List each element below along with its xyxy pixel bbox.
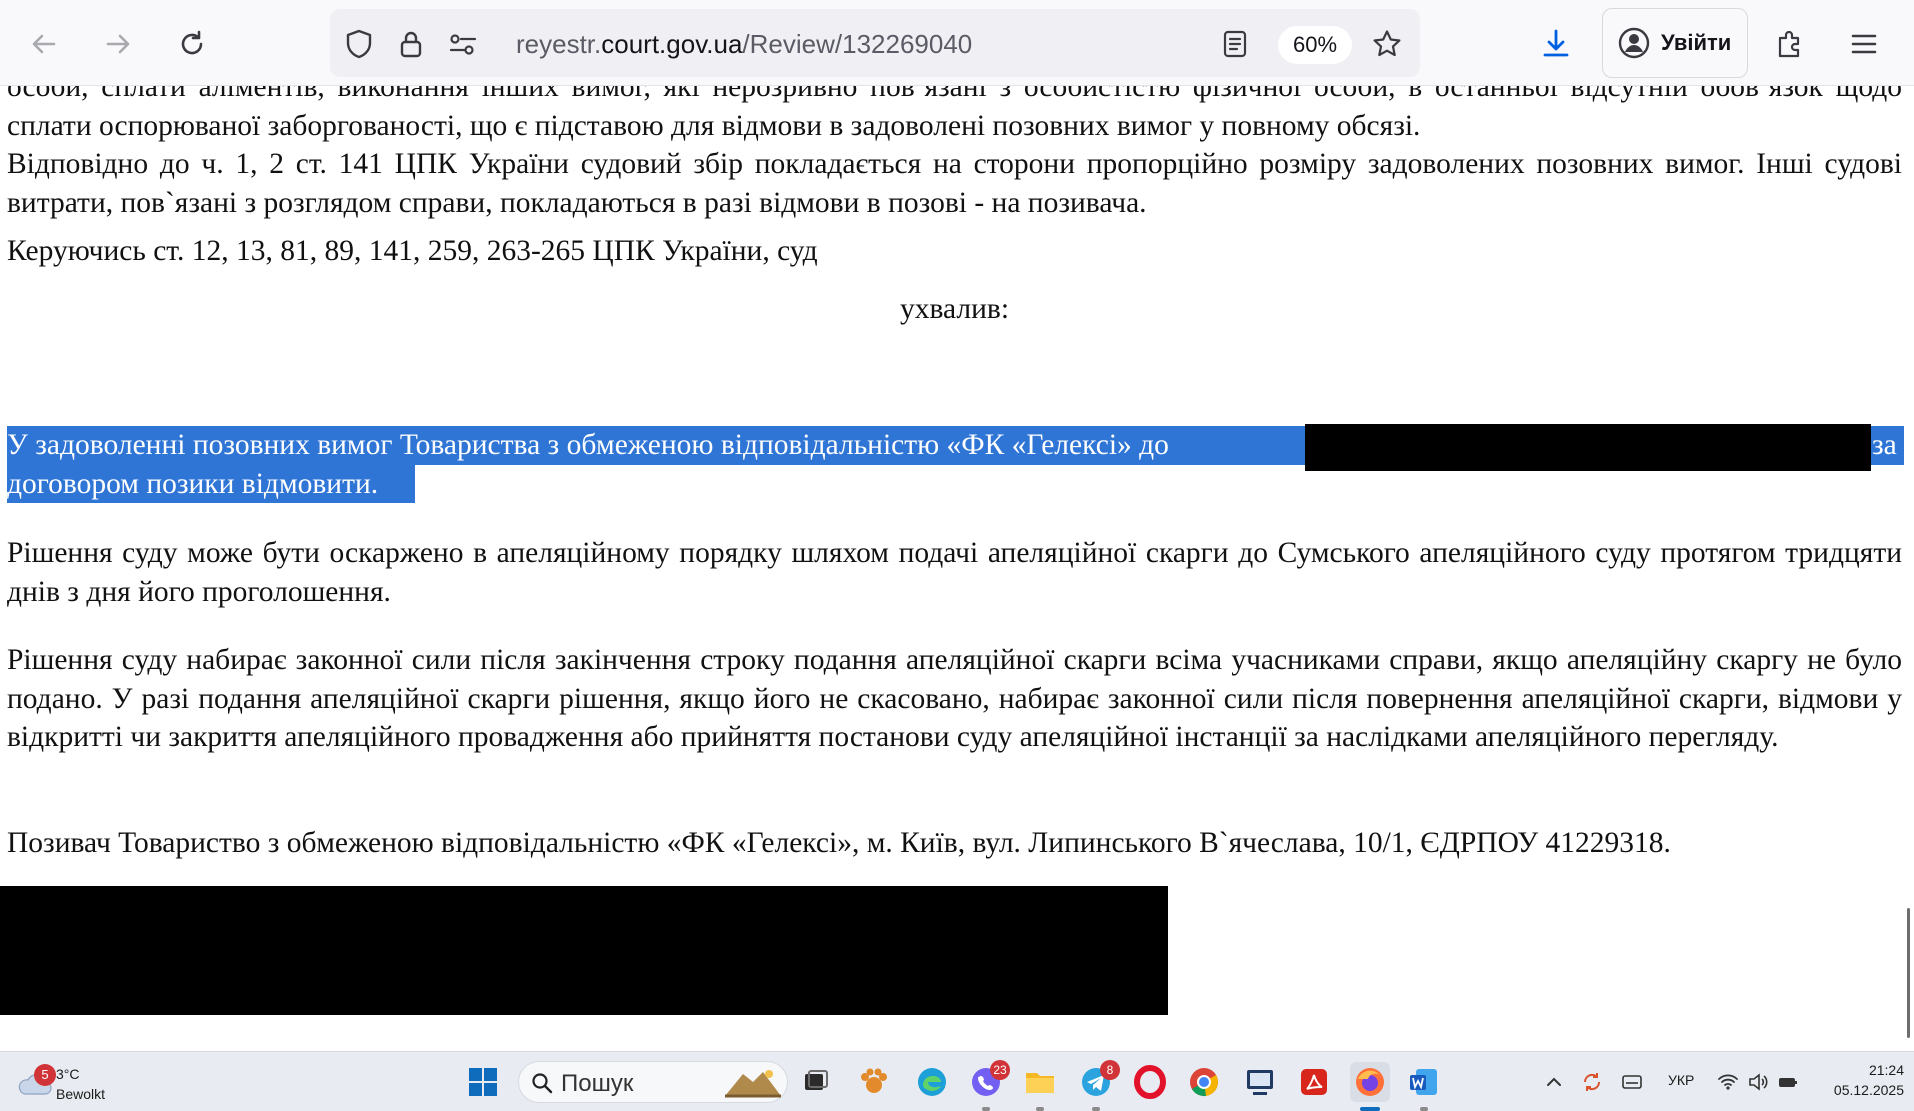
tray-wifi[interactable] xyxy=(1714,1068,1742,1096)
chevron-up-icon xyxy=(1547,1077,1561,1086)
paragraph-guided-by: Керуючись ст. 12, 13, 81, 89, 141, 259, … xyxy=(7,235,818,267)
taskbar-opera[interactable] xyxy=(1130,1062,1170,1102)
speaker-icon xyxy=(1749,1073,1768,1091)
telegram-badge: 8 xyxy=(1100,1060,1120,1080)
forward-button[interactable] xyxy=(94,20,142,68)
search-icon xyxy=(532,1073,553,1094)
redaction-block-defendant-details xyxy=(0,886,1168,1015)
puzzle-icon xyxy=(1778,30,1800,58)
firefox-icon xyxy=(1356,1068,1384,1096)
windows-logo-icon xyxy=(469,1068,497,1096)
tray-sync[interactable] xyxy=(1578,1068,1606,1096)
paragraph-plaintiff: Позивач Товариство з обмеженою відповіда… xyxy=(7,827,1671,859)
taskbar-word[interactable] xyxy=(1404,1062,1444,1111)
keyboard-icon xyxy=(1622,1075,1642,1089)
taskbar-edge[interactable] xyxy=(912,1062,952,1102)
url-text[interactable]: reyestr.court.gov.ua/Review/132269040 xyxy=(516,27,972,61)
battery-icon xyxy=(1779,1078,1797,1087)
lock-icon[interactable] xyxy=(394,27,428,61)
paragraph-obligations: особи, сплати аліментів, виконання інших… xyxy=(7,86,1902,142)
paw-icon xyxy=(861,1068,887,1093)
clock-date[interactable]: 05.12.2025 xyxy=(1810,1082,1904,1098)
tray-volume[interactable] xyxy=(1744,1068,1772,1096)
reload-button[interactable] xyxy=(168,20,216,68)
paragraph-appeal: Рішення суду може бути оскаржено в апеля… xyxy=(7,537,1902,608)
tray-battery[interactable] xyxy=(1774,1068,1802,1096)
menu-button[interactable] xyxy=(1840,20,1888,68)
downloads-button[interactable] xyxy=(1532,20,1580,68)
extensions-button[interactable] xyxy=(1766,20,1814,68)
back-button[interactable] xyxy=(20,20,68,68)
reader-view-icon[interactable] xyxy=(1218,27,1252,61)
tray-overflow-chevron[interactable] xyxy=(1540,1068,1568,1096)
arrow-right-icon xyxy=(106,34,130,54)
taskbar-acrobat[interactable] xyxy=(1294,1062,1334,1102)
wifi-icon xyxy=(1718,1074,1738,1090)
signin-label: Увійти xyxy=(1661,30,1732,55)
redaction-block-defendant xyxy=(1305,424,1871,471)
chrome-icon xyxy=(1190,1068,1218,1097)
taskbar-viber[interactable]: 23 xyxy=(966,1060,1010,1111)
tray-keyboard[interactable] xyxy=(1618,1068,1646,1096)
taskbar-file-explorer[interactable] xyxy=(1020,1062,1060,1111)
paragraph-legal-force: Рішення суду набирає законної сили після… xyxy=(7,644,1902,753)
start-button[interactable] xyxy=(463,1062,503,1102)
download-icon xyxy=(1543,29,1569,57)
taskbar-remote-app[interactable] xyxy=(1240,1062,1280,1102)
input-language[interactable]: УКР xyxy=(1668,1072,1694,1088)
weather-description: Bewolkt xyxy=(56,1086,106,1102)
scrollbar-thumb[interactable] xyxy=(1907,908,1910,1038)
shield-icon[interactable] xyxy=(342,27,376,61)
pdf-icon xyxy=(1301,1069,1327,1095)
decision-text-start: У задоволенні позовних вимог Товариства … xyxy=(7,429,1169,461)
taskbar-search[interactable]: Пошук xyxy=(518,1061,788,1103)
resolution-heading: ухвалив: xyxy=(899,293,1010,325)
clock-time[interactable]: 21:24 xyxy=(1836,1062,1904,1078)
monitor-icon xyxy=(1247,1070,1273,1095)
taskbar-widgets[interactable] xyxy=(854,1062,894,1102)
sync-icon xyxy=(1583,1073,1601,1091)
document-content: особи, сплати аліментів, виконання інших… xyxy=(0,86,1914,1051)
star-icon[interactable] xyxy=(1370,27,1404,61)
word-icon xyxy=(1410,1069,1437,1095)
edge-icon xyxy=(918,1068,946,1096)
taskbar-telegram[interactable]: 8 xyxy=(1076,1060,1120,1111)
weather-widget[interactable]: 5 3°C Bewolkt xyxy=(14,1058,124,1106)
task-view-icon xyxy=(805,1070,828,1090)
arrow-left-icon xyxy=(32,34,56,54)
url-bar[interactable]: reyestr.court.gov.ua/Review/132269040 60… xyxy=(330,9,1420,77)
decision-text-end: за xyxy=(1872,429,1897,461)
account-icon xyxy=(1618,27,1650,59)
windows-taskbar: 5 3°C Bewolkt Пошук 23 8 УКР 21:24 05.12… xyxy=(0,1051,1914,1111)
taskbar-task-view[interactable] xyxy=(796,1062,836,1102)
weather-alert-badge: 5 xyxy=(34,1064,56,1086)
paragraph-court-fee: Відповідно до ч. 1, 2 ст. 141 ЦПК Україн… xyxy=(7,148,1902,219)
url-domain: court.gov.ua xyxy=(601,29,743,59)
opera-icon xyxy=(1134,1065,1166,1099)
browser-toolbar: reyestr.court.gov.ua/Review/132269040 60… xyxy=(0,0,1914,86)
hamburger-icon xyxy=(1851,34,1877,54)
reload-icon xyxy=(181,30,203,55)
search-placeholder: Пошук xyxy=(561,1070,634,1097)
site-permissions-icon[interactable] xyxy=(446,27,480,61)
viber-badge: 23 xyxy=(990,1060,1010,1080)
taskbar-firefox[interactable] xyxy=(1350,1062,1390,1111)
url-path: /Review/132269040 xyxy=(742,29,973,59)
zoom-level-button[interactable]: 60% xyxy=(1278,26,1352,64)
search-highlight-image-icon xyxy=(725,1070,781,1098)
signin-button[interactable]: Увійти xyxy=(1602,8,1748,78)
taskbar-chrome[interactable] xyxy=(1184,1062,1224,1102)
url-prefix: reyestr. xyxy=(516,29,602,59)
folder-icon xyxy=(1026,1073,1054,1093)
weather-temperature: 3°C xyxy=(56,1066,80,1082)
